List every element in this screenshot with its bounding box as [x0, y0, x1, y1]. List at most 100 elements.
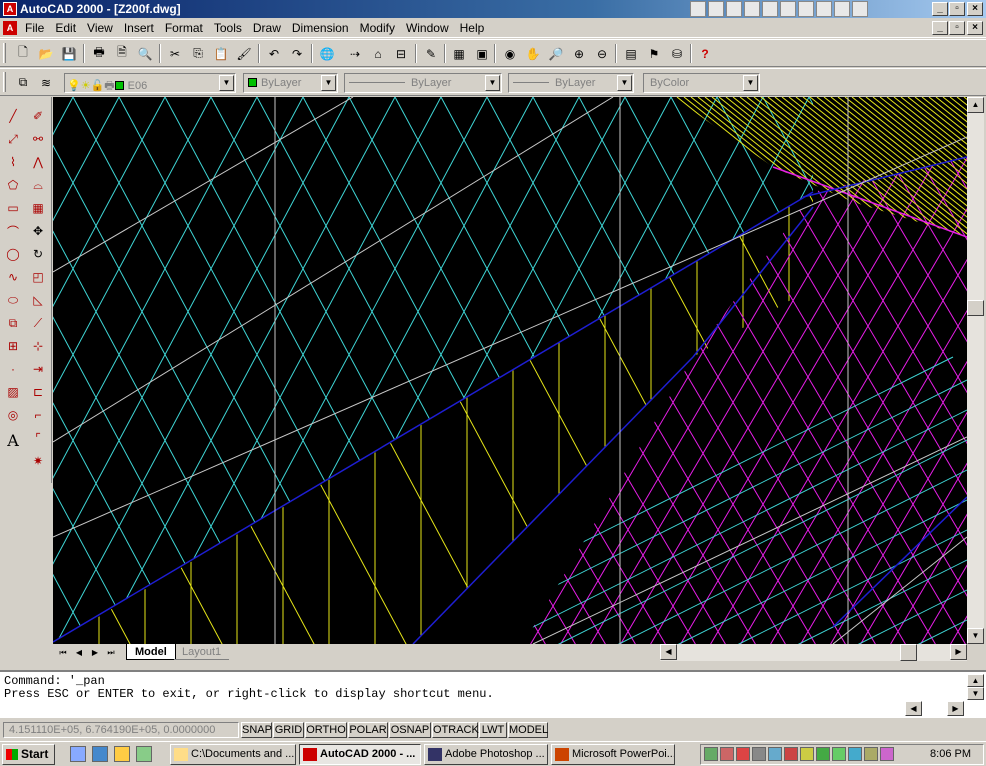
design-center-icon[interactable]: ⚑ — [643, 43, 665, 64]
tray-icon[interactable] — [768, 747, 782, 761]
tray-icon[interactable] — [800, 747, 814, 761]
distance-icon[interactable]: ⊟ — [390, 43, 412, 64]
menu-tools[interactable]: Tools — [211, 21, 250, 35]
polyline-icon[interactable]: ⌇ — [2, 151, 24, 173]
tray-icon[interactable] — [784, 747, 798, 761]
linetype-combo[interactable]: ByLayer ▼ — [344, 73, 502, 93]
scroll-down-icon[interactable]: ▼ — [967, 628, 984, 644]
quick-icon-10[interactable] — [852, 1, 868, 17]
array-icon[interactable]: ▦ — [27, 197, 49, 219]
menu-edit[interactable]: Edit — [52, 21, 84, 35]
help-icon[interactable]: ? — [694, 43, 716, 64]
quick-icon-2[interactable] — [708, 1, 724, 17]
make-object-layer-current-icon[interactable]: ⧉ — [12, 72, 34, 93]
spline-icon[interactable]: ∿ — [2, 266, 24, 288]
ortho-toggle[interactable]: ORTHO — [305, 722, 347, 738]
redo-icon[interactable]: ↷ — [286, 43, 308, 64]
circle-icon[interactable]: ◯ — [2, 243, 24, 265]
explode-icon[interactable]: ✷ — [27, 450, 49, 472]
zoom-previous-icon[interactable]: ⊖ — [591, 43, 613, 64]
quick-icon-7[interactable] — [798, 1, 814, 17]
chevron-down-icon[interactable]: ▼ — [219, 75, 234, 91]
open-folder-icon[interactable]: 📂 — [35, 43, 57, 64]
toolbar-grip[interactable] — [3, 72, 6, 92]
stretch-icon[interactable]: ◺ — [27, 289, 49, 311]
copy-object-icon[interactable]: ⚯ — [27, 128, 49, 150]
scroll-left-icon[interactable]: ◀ — [660, 644, 677, 660]
otrack-toggle[interactable]: OTRACK — [432, 722, 479, 738]
tab-model[interactable]: Model — [126, 644, 176, 660]
model-space-toggle[interactable]: MODEL — [508, 722, 548, 738]
tray-icon[interactable] — [832, 747, 846, 761]
close-button[interactable]: × — [967, 2, 983, 16]
menu-window[interactable]: Window — [403, 21, 457, 35]
menu-view[interactable]: View — [84, 21, 121, 35]
toolbar-grip[interactable] — [3, 43, 6, 63]
first-tab-icon[interactable]: ⏮ — [56, 646, 70, 660]
find-icon[interactable]: 🔍 — [134, 43, 156, 64]
save-icon[interactable]: 💾 — [58, 43, 80, 64]
insert-block-icon[interactable]: ⧉ — [2, 312, 24, 334]
tray-icon[interactable] — [704, 747, 718, 761]
quick-icon-6[interactable] — [780, 1, 796, 17]
dbconnect-icon[interactable]: ⛁ — [666, 43, 688, 64]
zoom-window-icon[interactable]: ⊕ — [568, 43, 590, 64]
zoom-realtime-icon[interactable]: 🔎 — [545, 43, 567, 64]
polar-toggle[interactable]: POLAR — [348, 722, 388, 738]
osnap-toggle[interactable]: OSNAP — [389, 722, 431, 738]
quick-icon-4[interactable] — [744, 1, 760, 17]
move-icon[interactable]: ✥ — [27, 220, 49, 242]
lengthen-icon[interactable]: ⟋ — [27, 312, 49, 334]
pan-realtime-icon[interactable]: ✋ — [522, 43, 544, 64]
tray-icon[interactable] — [720, 747, 734, 761]
document-icon[interactable]: A — [3, 21, 17, 35]
copy-icon[interactable]: ⎘ — [187, 43, 209, 64]
plotstyle-combo[interactable]: ByColor ▼ — [643, 73, 760, 93]
menu-file[interactable]: File — [22, 21, 52, 35]
command-scroll-down-icon[interactable]: ▼ — [967, 687, 984, 700]
quick-icon-9[interactable] — [834, 1, 850, 17]
task-autocad[interactable]: AutoCAD 2000 - ... — [299, 744, 421, 765]
ellipse-icon[interactable]: ⬭ — [2, 289, 24, 311]
minimize-button[interactable]: _ — [932, 2, 948, 16]
multiline-text-icon[interactable]: A — [2, 429, 24, 451]
tray-icon[interactable] — [736, 747, 750, 761]
fillet-icon[interactable]: ⌜ — [27, 427, 49, 449]
point-icon[interactable]: · — [2, 358, 24, 380]
named-views-icon[interactable]: ▣ — [471, 43, 493, 64]
make-block-icon[interactable]: ⊞ — [2, 335, 24, 357]
grid-toggle[interactable]: GRID — [273, 722, 304, 738]
doc-restore-button[interactable]: ▫ — [949, 21, 965, 35]
tray-icon[interactable] — [752, 747, 766, 761]
command-scroll-left-icon[interactable]: ◀ — [905, 701, 922, 716]
ucs-icon[interactable]: ⌂ — [367, 43, 389, 64]
tray-icon[interactable] — [880, 747, 894, 761]
tracking-icon[interactable]: ⇢ — [344, 43, 366, 64]
command-scroll-right-icon[interactable]: ▶ — [947, 701, 964, 716]
quick-icon-5[interactable] — [762, 1, 778, 17]
new-file-icon[interactable]: 🗋 — [12, 43, 34, 64]
chevron-down-icon[interactable]: ▼ — [485, 75, 500, 91]
tray-icon[interactable] — [816, 747, 830, 761]
menu-draw[interactable]: Draw — [250, 21, 289, 35]
tray-icon[interactable] — [848, 747, 862, 761]
horizontal-scrollbar[interactable]: ◀ ▶ — [660, 644, 967, 661]
scroll-right-icon[interactable]: ▶ — [950, 644, 967, 660]
color-combo[interactable]: ByLayer ▼ — [243, 73, 338, 93]
properties-icon[interactable]: ▤ — [620, 43, 642, 64]
desktop-quicklaunch-icon[interactable] — [70, 746, 86, 762]
print-preview-icon[interactable]: 🗎 — [111, 43, 133, 64]
3d-orbit-icon[interactable]: ◉ — [499, 43, 521, 64]
menu-help[interactable]: Help — [457, 21, 493, 35]
hyperlink-icon[interactable]: 🌐 — [316, 43, 338, 64]
match-properties-icon[interactable]: 🖌 — [233, 43, 255, 64]
offset-icon[interactable]: ⌓ — [27, 174, 49, 196]
chamfer-icon[interactable]: ⌐ — [27, 404, 49, 426]
lineweight-combo[interactable]: ByLayer ▼ — [508, 73, 634, 93]
doc-close-button[interactable]: × — [967, 21, 983, 35]
doc-minimize-button[interactable]: _ — [932, 21, 948, 35]
undo-icon[interactable]: ↶ — [263, 43, 285, 64]
menu-insert[interactable]: Insert — [121, 21, 162, 35]
horizontal-scroll-thumb[interactable] — [900, 644, 917, 661]
task-photoshop[interactable]: Adobe Photoshop ... — [424, 744, 548, 765]
